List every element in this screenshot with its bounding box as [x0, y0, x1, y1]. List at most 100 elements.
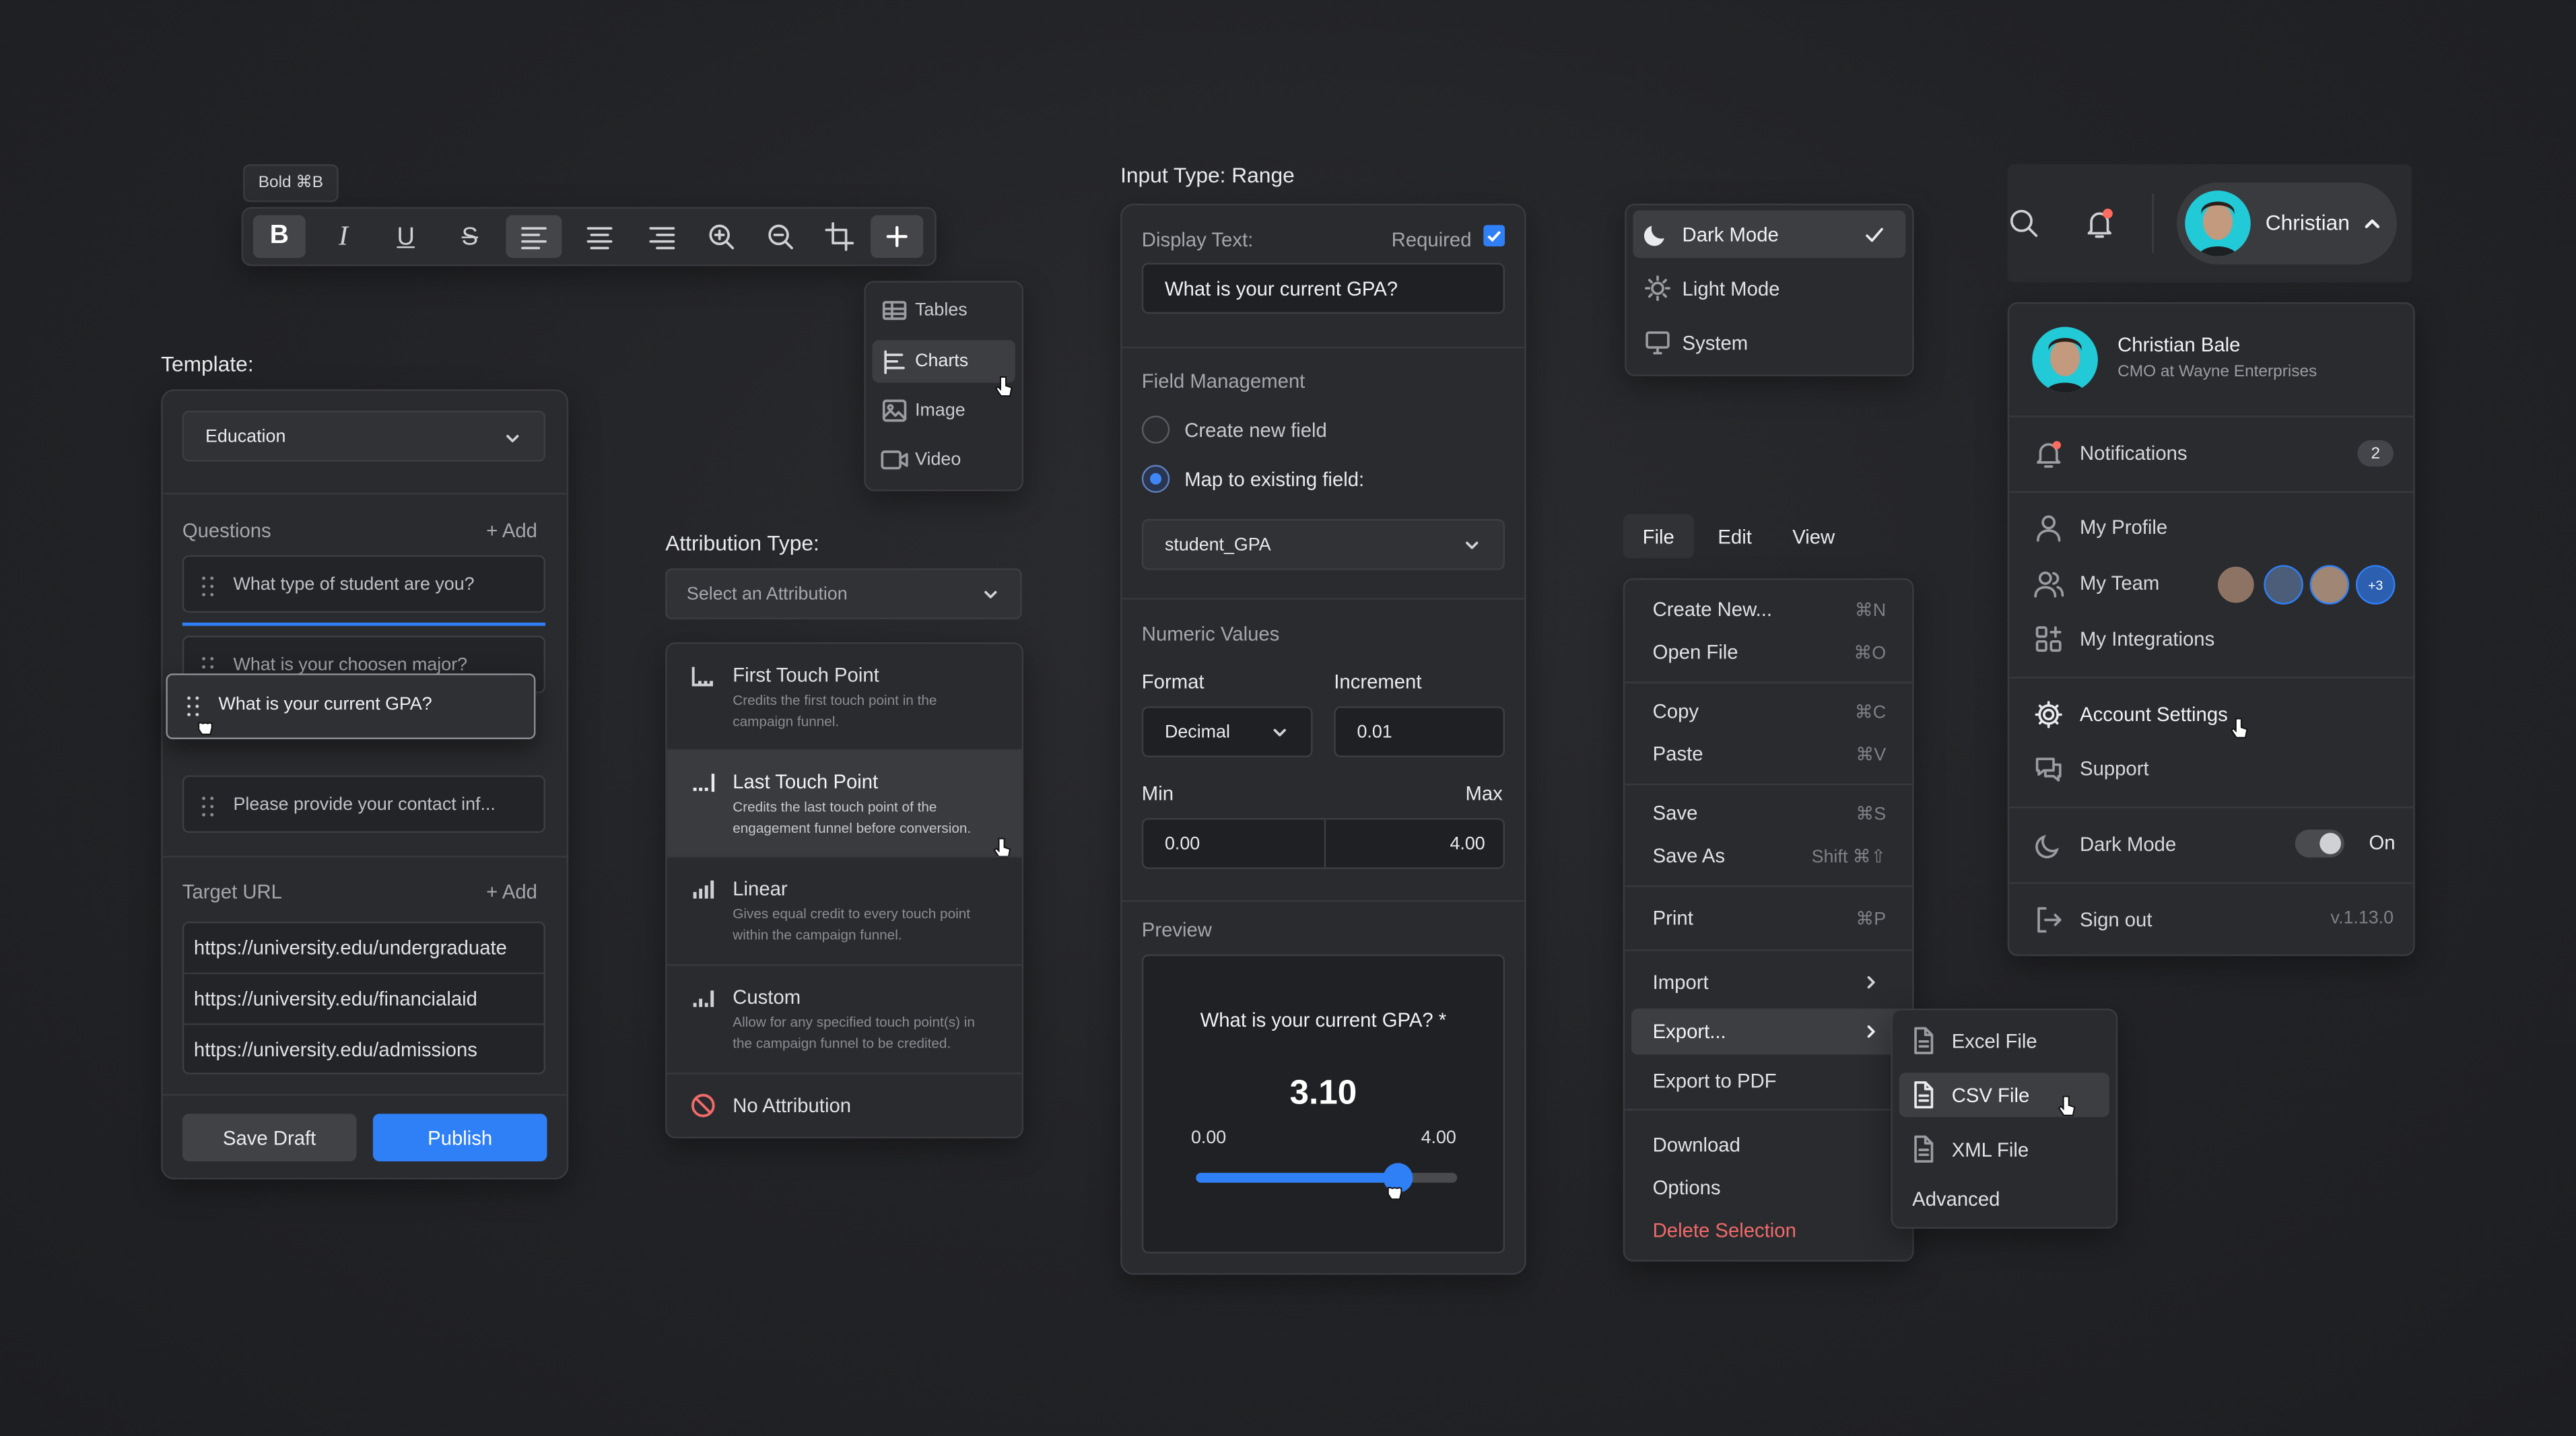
menu-item-download[interactable]: Download [1653, 1134, 1740, 1157]
team-more-badge[interactable]: +3 [2355, 565, 2396, 605]
underline-button[interactable]: U [384, 215, 427, 258]
export-csv[interactable]: CSV File [1899, 1072, 2109, 1118]
url-item[interactable]: https://university.edu/admissions [194, 1038, 477, 1061]
dark-mode-toggle[interactable] [2295, 829, 2344, 858]
sign-out-icon [2037, 907, 2062, 933]
format-label: Format [1141, 670, 1205, 693]
sign-out-label: Sign out [2080, 908, 2153, 932]
export-xml[interactable]: XML File [1899, 1127, 2109, 1171]
italic-button[interactable]: I [322, 215, 364, 258]
menu-item-open-file[interactable]: Open File [1653, 641, 1738, 664]
attribution-option-last-touch[interactable]: Last Touch Point Credits the last touch … [667, 751, 1022, 858]
question-item[interactable]: Please provide your contact inf... [182, 775, 546, 833]
align-right-button[interactable] [638, 215, 687, 258]
integrations-label: My Integrations [2080, 627, 2215, 651]
menu-item-export-pdf[interactable]: Export to PDF [1653, 1069, 1777, 1092]
drag-handle-icon[interactable] [187, 696, 201, 716]
format-select[interactable]: Decimal [1141, 706, 1313, 757]
map-existing-radio[interactable]: Map to existing field: [1141, 465, 1364, 493]
min-label: Min [1141, 782, 1174, 805]
insert-button[interactable] [871, 215, 924, 259]
menu-notifications[interactable]: Notifications 2 [2032, 436, 2394, 472]
menu-support[interactable]: Support [2032, 753, 2149, 786]
dragged-question-item[interactable]: What is your current GPA? [166, 673, 536, 739]
option-title: First Touch Point [733, 663, 879, 687]
theme-system[interactable]: System [1633, 318, 1905, 366]
attribution-select[interactable]: Select an Attribution [665, 568, 1022, 619]
max-input[interactable]: 4.00 [1450, 835, 1485, 854]
add-url-button[interactable]: + Add [486, 881, 537, 903]
theme-system-label: System [1682, 331, 1749, 354]
menu-account-settings[interactable]: Account Settings [2032, 698, 2248, 739]
insert-video[interactable]: Video [873, 440, 1015, 480]
template-select[interactable]: Education [182, 411, 546, 462]
min-input[interactable]: 0.00 [1165, 835, 1200, 854]
create-new-field-radio[interactable]: Create new field [1141, 415, 1327, 444]
attribution-option-custom[interactable]: Custom Allow for any specified touch poi… [667, 966, 1022, 1071]
insert-image-label: Image [915, 401, 965, 421]
question-item[interactable]: What type of student are you? [182, 555, 546, 613]
menu-view[interactable]: View [1781, 514, 1847, 559]
avatar [2185, 191, 2251, 257]
range-heading: Input Type: Range [1120, 162, 1295, 188]
range-slider[interactable] [1196, 1163, 1458, 1193]
menu-item-print[interactable]: Print [1653, 907, 1693, 930]
increment-input[interactable]: 0.01 [1334, 706, 1505, 757]
display-text-input[interactable]: What is your current GPA? [1141, 263, 1505, 314]
align-center-button[interactable] [575, 215, 624, 258]
menu-my-team[interactable]: My Team +3 [2032, 565, 2397, 605]
menu-sign-out[interactable]: Sign out v.1.13.0 [2032, 903, 2394, 936]
menu-item-options[interactable]: Options [1653, 1176, 1721, 1199]
notifications-button[interactable] [2081, 205, 2117, 242]
mapped-field-select[interactable]: student_GPA [1141, 519, 1505, 570]
questions-label: Questions [182, 519, 271, 543]
chevron-up-icon [2365, 219, 2380, 228]
zoom-in-button[interactable] [700, 215, 742, 258]
align-left-button[interactable] [506, 215, 562, 259]
crop-button[interactable] [818, 215, 860, 258]
profile-name: Christian Bale [2117, 333, 2241, 357]
menu-item-save[interactable]: Save [1653, 802, 1698, 825]
insert-tables[interactable]: Tables [873, 291, 1015, 331]
export-excel[interactable]: Excel File [1899, 1019, 2109, 1063]
theme-light[interactable]: Light Mode [1633, 265, 1905, 312]
menu-item-copy[interactable]: Copy [1653, 699, 1699, 722]
search-icon[interactable] [2008, 207, 2041, 240]
preview-card: What is your current GPA? * 3.10 0.00 4.… [1141, 954, 1505, 1254]
menu-my-profile[interactable]: My Profile [2032, 511, 2167, 544]
drag-handle-icon[interactable] [202, 796, 215, 817]
user-menu-button[interactable]: Christian [2177, 182, 2397, 265]
required-checkbox[interactable] [1483, 225, 1505, 246]
option-title: Custom [733, 986, 801, 1009]
menu-item-delete-selection[interactable]: Delete Selection [1653, 1219, 1796, 1241]
menu-item-import[interactable]: Import [1653, 971, 1709, 994]
bold-tooltip: Bold ⌘B [243, 164, 339, 203]
add-question-button[interactable]: + Add [486, 519, 537, 542]
menu-item-create-new[interactable]: Create New... [1653, 598, 1772, 621]
strikethrough-button[interactable]: S [448, 215, 491, 258]
display-text-label: Display Text: [1141, 228, 1254, 252]
export-advanced[interactable]: Advanced [1912, 1188, 2000, 1210]
theme-dark[interactable]: Dark Mode [1633, 210, 1906, 259]
menu-edit[interactable]: Edit [1702, 514, 1768, 559]
url-item[interactable]: https://university.edu/financialaid [194, 987, 477, 1010]
bold-button[interactable]: B [252, 215, 306, 259]
avatar [2032, 327, 2098, 393]
menu-file[interactable]: File [1623, 514, 1694, 559]
menu-my-integrations[interactable]: My Integrations [2032, 623, 2214, 656]
option-desc: Gives equal credit to every touch point [733, 905, 971, 922]
drag-handle-icon[interactable] [202, 576, 215, 596]
increment-label: Increment [1334, 670, 1422, 693]
chevron-down-icon [506, 434, 519, 442]
menu-item-save-as[interactable]: Save As [1653, 844, 1725, 867]
attribution-option-none[interactable]: No Attribution [667, 1074, 1022, 1137]
save-draft-button[interactable]: Save Draft [182, 1114, 357, 1162]
attribution-option-first-touch[interactable]: First Touch Point Credits the first touc… [667, 644, 1022, 749]
template-panel: Education Questions + Add What type of s… [161, 389, 569, 1179]
zoom-out-button[interactable] [759, 215, 801, 258]
menu-item-paste[interactable]: Paste [1653, 743, 1703, 765]
url-item[interactable]: https://university.edu/undergraduate [194, 936, 507, 959]
menu-item-export[interactable]: Export... [1631, 1008, 1906, 1055]
attribution-option-linear[interactable]: Linear Gives equal credit to every touch… [667, 858, 1022, 963]
publish-button[interactable]: Publish [372, 1114, 547, 1162]
